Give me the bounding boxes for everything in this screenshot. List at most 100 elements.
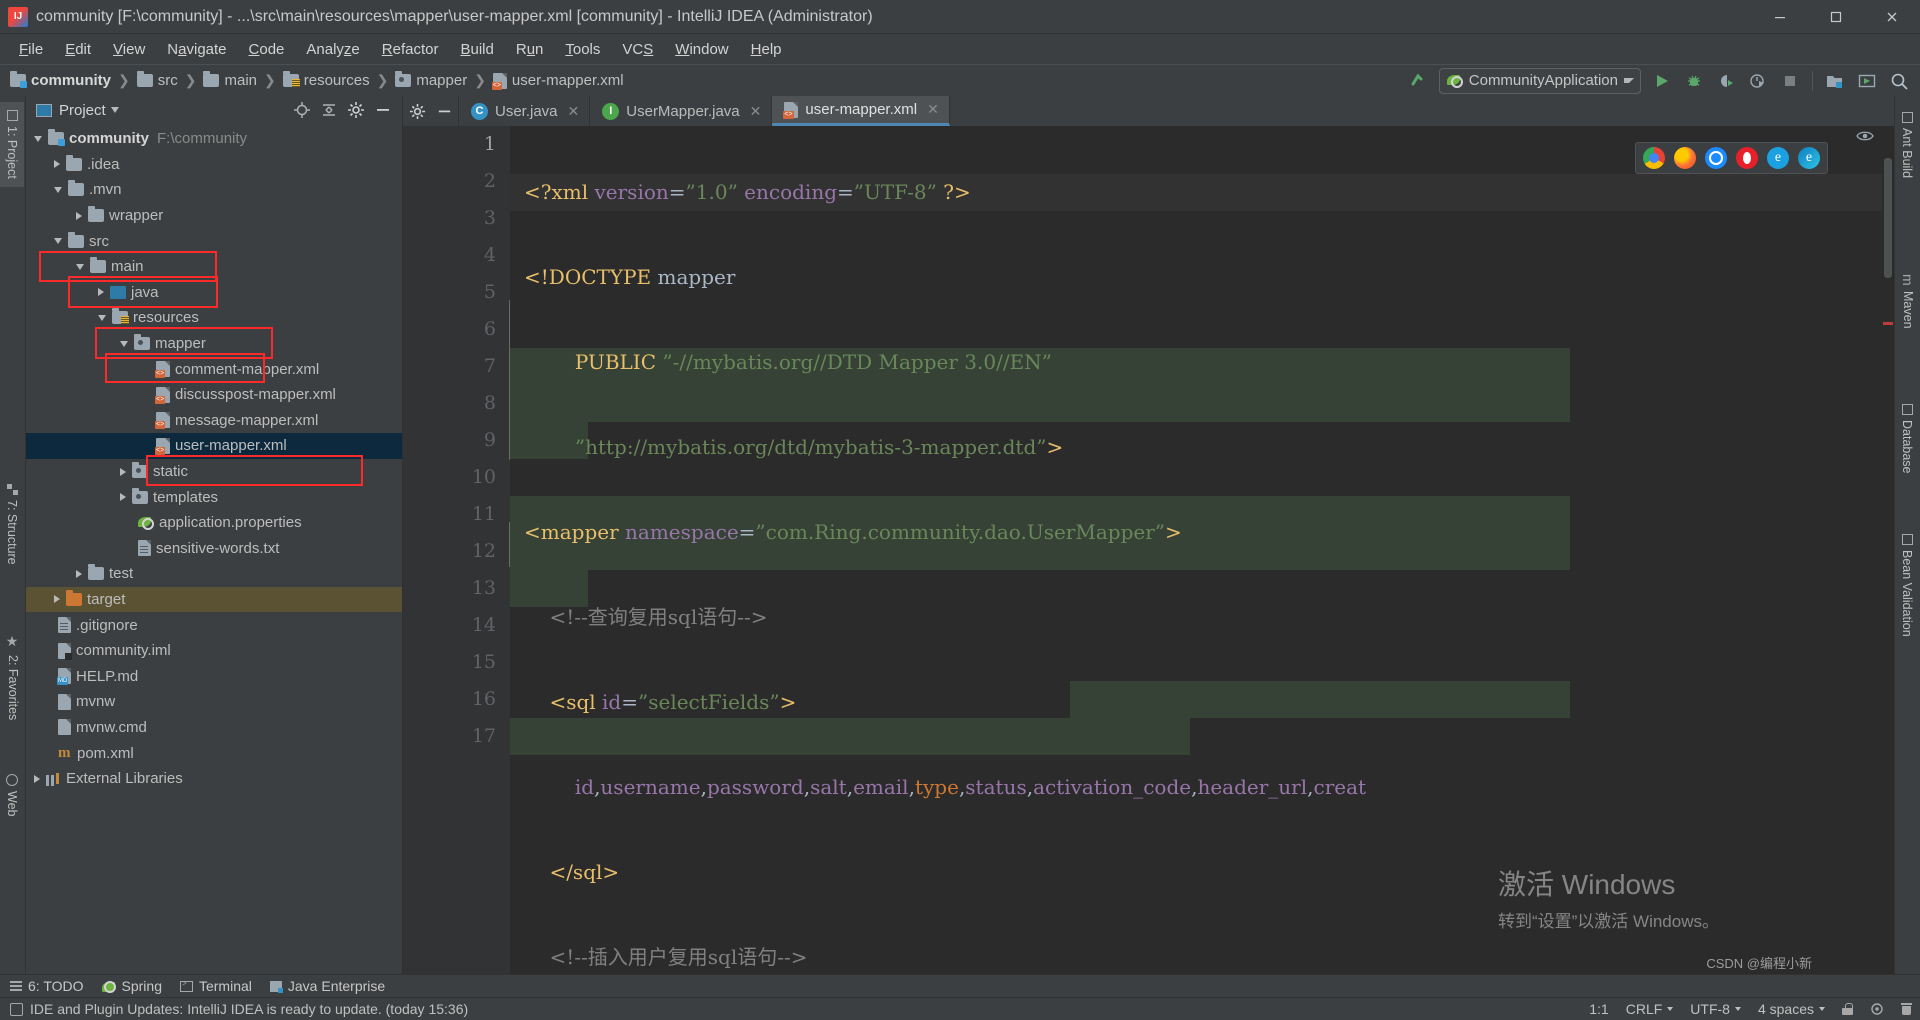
minimize-button[interactable] (1752, 0, 1808, 34)
chevron-right-icon[interactable] (98, 288, 104, 297)
opera-icon[interactable] (1736, 147, 1758, 169)
chevron-down-icon[interactable] (98, 314, 106, 321)
breadcrumb-item-resources[interactable]: resources (304, 72, 370, 89)
tree-row-gitignore[interactable]: .gitignore (26, 612, 402, 638)
project-structure-icon[interactable] (1820, 68, 1850, 94)
code-line[interactable]: <sql id=”selectFields”> (510, 684, 1894, 721)
tree-row-mvnw[interactable]: mvnw (26, 689, 402, 715)
tree-row-idea[interactable]: .idea (26, 152, 402, 178)
browser-launch-popup[interactable]: e e (1635, 142, 1828, 174)
tree-row-pom-xml[interactable]: m pom.xml (26, 740, 402, 766)
close-button[interactable] (1864, 0, 1920, 34)
sidebar-item-favorites[interactable]: ★ 2: Favorites (0, 626, 26, 728)
sidebar-item-maven[interactable]: m Maven (1895, 266, 1920, 336)
code-line[interactable]: <!--插入用户复用sql语句--> (510, 939, 1894, 974)
tree-row-comment-mapper-xml[interactable]: comment-mapper.xml (26, 356, 402, 382)
tree-row-message-mapper-xml[interactable]: message-mapper.xml (26, 408, 402, 434)
run-icon[interactable] (1647, 68, 1677, 94)
sidebar-item-database[interactable]: Database (1895, 396, 1919, 482)
tree-row-mvn[interactable]: .mvn (26, 177, 402, 203)
code-line[interactable]: <?xml version=”1.0” encoding=”UTF-8” ?> (510, 174, 1894, 211)
read-only-lock-icon[interactable] (1842, 1003, 1853, 1015)
tab-user-java[interactable]: C User.java ✕ (459, 96, 591, 126)
bottom-item-spring[interactable]: Spring (101, 978, 162, 994)
tree-row-user-mapper-xml[interactable]: user-mapper.xml (26, 433, 402, 459)
chevron-right-icon[interactable] (54, 595, 60, 604)
sidebar-item-ant-build[interactable]: Ant Build (1895, 104, 1919, 186)
run-configuration-selector[interactable]: CommunityApplication (1438, 67, 1641, 94)
update-project-icon[interactable] (1852, 68, 1882, 94)
code-line[interactable]: <!DOCTYPE mapper (510, 259, 1894, 296)
stop-icon[interactable] (1775, 68, 1805, 94)
locate-target-icon[interactable] (291, 99, 313, 121)
tree-row-test[interactable]: test (26, 561, 402, 587)
editor-hide-panel-icon[interactable] (431, 96, 459, 126)
chrome-icon[interactable] (1643, 147, 1665, 169)
code-line[interactable]: id,username,password,salt,email,type,sta… (510, 769, 1894, 806)
breadcrumb-item-mapper[interactable]: mapper (416, 72, 467, 89)
tree-row-main[interactable]: main (26, 254, 402, 280)
safari-icon[interactable] (1705, 147, 1727, 169)
vertical-scrollbar[interactable] (1882, 156, 1894, 974)
menu-refactor[interactable]: Refactor (371, 38, 450, 61)
menu-window[interactable]: Window (664, 38, 739, 61)
tree-row-application-properties[interactable]: application.properties (26, 510, 402, 536)
code-content[interactable]: <?xml version=”1.0” encoding=”UTF-8” ?> … (510, 126, 1894, 974)
tree-row-wrapper[interactable]: wrapper (26, 203, 402, 229)
status-message-area[interactable]: IDE and Plugin Updates: IntelliJ IDEA is… (10, 1001, 468, 1017)
tree-row-community-iml[interactable]: community.iml (26, 638, 402, 664)
bottom-item-todo[interactable]: 6: TODO (10, 978, 84, 994)
menu-view[interactable]: View (102, 38, 156, 61)
chevron-right-icon[interactable] (120, 493, 126, 502)
tree-row-target[interactable]: target (26, 586, 402, 613)
tree-row-java[interactable]: java (26, 280, 402, 306)
breadcrumb-item-src[interactable]: src (158, 72, 178, 89)
settings-gear-icon[interactable] (345, 99, 367, 121)
line-number-gutter[interactable]: 1 2 3 4 5 6 7 8 9 10 11 12 13 14 15 16 1… (410, 126, 510, 974)
tree-row-help-md[interactable]: HELP.md (26, 663, 402, 689)
run-coverage-icon[interactable] (1711, 68, 1741, 94)
chevron-right-icon[interactable] (76, 211, 82, 220)
inspections-icon[interactable] (1870, 1002, 1884, 1016)
menu-run[interactable]: Run (505, 38, 555, 61)
bottom-item-java-enterprise[interactable]: Java Enterprise (269, 978, 385, 994)
menu-edit[interactable]: Edit (54, 38, 102, 61)
chevron-down-icon[interactable] (110, 107, 119, 113)
code-line[interactable]: ”http://mybatis.org/dtd/mybatis-3-mapper… (510, 429, 1894, 466)
profiler-icon[interactable] (1743, 68, 1773, 94)
sidebar-item-project[interactable]: 1: Project (0, 102, 24, 187)
breadcrumb-item-community[interactable]: community (31, 72, 111, 89)
chevron-right-icon[interactable] (120, 467, 126, 476)
sidebar-item-web[interactable]: Web (0, 766, 24, 824)
close-icon[interactable]: ✕ (927, 101, 939, 118)
build-hammer-icon[interactable] (1403, 68, 1433, 94)
chevron-right-icon[interactable] (76, 569, 82, 578)
project-tree[interactable]: community F:\community .idea .mvn wrappe… (26, 124, 402, 974)
maximize-button[interactable] (1808, 0, 1864, 34)
ie-icon[interactable]: e (1767, 147, 1789, 169)
eye-icon[interactable] (1856, 129, 1874, 147)
tab-usermapper-java[interactable]: I UserMapper.java ✕ (590, 96, 773, 126)
code-editor[interactable]: 1 2 3 4 5 6 7 8 9 10 11 12 13 14 15 16 1… (403, 126, 1894, 974)
chevron-right-icon[interactable] (34, 774, 40, 783)
tree-row-static[interactable]: static (26, 459, 402, 485)
menu-build[interactable]: Build (449, 38, 504, 61)
tree-row-src[interactable]: src (26, 228, 402, 254)
menu-code[interactable]: Code (238, 38, 296, 61)
firefox-icon[interactable] (1674, 147, 1696, 169)
chevron-down-icon[interactable] (120, 340, 128, 347)
close-icon[interactable]: ✕ (568, 103, 580, 120)
bottom-item-terminal[interactable]: Terminal (179, 978, 252, 994)
tree-row-discusspost-mapper-xml[interactable]: discusspost-mapper.xml (26, 382, 402, 408)
code-lines[interactable]: <?xml version=”1.0” encoding=”UTF-8” ?> … (510, 126, 1894, 974)
tree-row-templates[interactable]: templates (26, 484, 402, 510)
tree-row-resources[interactable]: resources (26, 305, 402, 331)
chevron-down-icon[interactable] (54, 186, 62, 193)
code-line[interactable]: <mapper namespace=”com.Ring.community.da… (510, 514, 1894, 551)
scrollbar-thumb[interactable] (1884, 158, 1892, 278)
chevron-down-icon[interactable] (54, 238, 62, 245)
chevron-down-icon[interactable] (34, 135, 42, 142)
menu-vcs[interactable]: VCS (611, 38, 664, 61)
close-icon[interactable]: ✕ (750, 103, 762, 120)
sidebar-item-bean-validation[interactable]: Bean Validation (1895, 526, 1919, 645)
